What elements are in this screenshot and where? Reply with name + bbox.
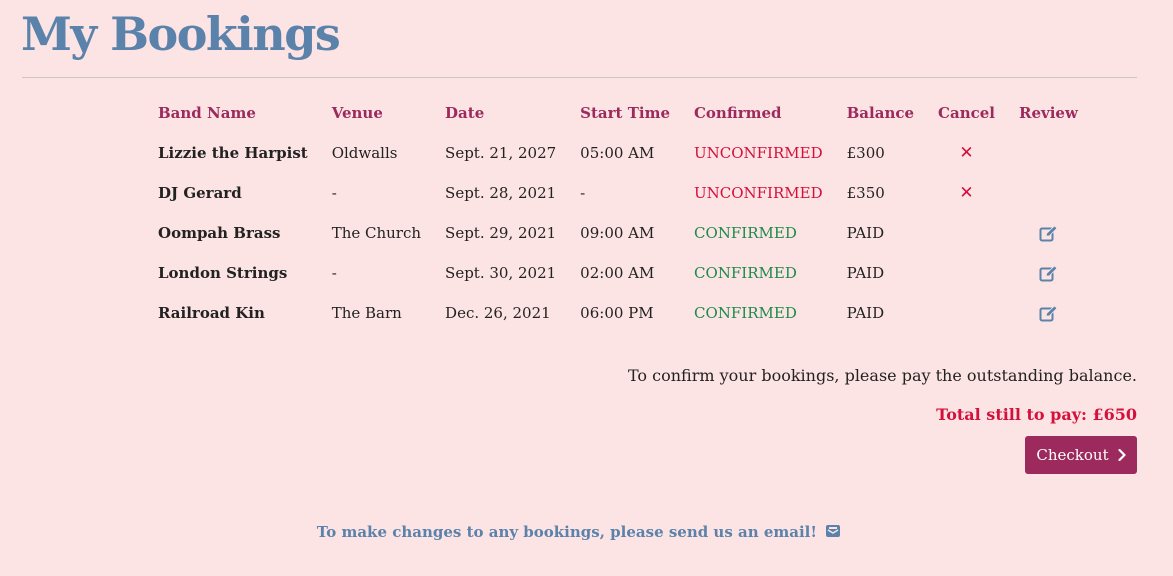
cancel-cell (926, 213, 1007, 253)
footer-note: To make changes to any bookings, please … (0, 523, 1158, 541)
envelope-icon[interactable] (825, 524, 841, 538)
date-cell: Sept. 29, 2021 (445, 224, 557, 242)
status-cell: CONFIRMED (693, 264, 797, 282)
bookings-table: Band Name Venue Date Start Time Confirme… (146, 93, 1090, 333)
header-confirmed[interactable]: Confirmed (682, 93, 835, 133)
table-row: Railroad Kin The Barn Dec. 26, 2021 06:0… (146, 293, 1090, 333)
header-band-name[interactable]: Band Name (146, 93, 320, 133)
status-cell: CONFIRMED (693, 304, 797, 322)
balance-cell: PAID (846, 224, 885, 242)
table-row: Oompah Brass The Church Sept. 29, 2021 0… (146, 213, 1090, 253)
review-cell (1007, 173, 1090, 213)
start-time-cell: 05:00 AM (580, 144, 655, 162)
header-review: Review (1018, 104, 1078, 122)
balance-cell: PAID (846, 304, 885, 322)
table-header-row: Band Name Venue Date Start Time Confirme… (146, 93, 1090, 133)
cancel-x-icon[interactable]: ✕ (959, 143, 973, 163)
title-divider (22, 77, 1137, 78)
balance-cell: £350 (846, 184, 885, 202)
status-cell: UNCONFIRMED (693, 144, 823, 162)
start-time-cell: 06:00 PM (580, 304, 654, 322)
header-cancel: Cancel (938, 104, 995, 122)
balance-cell: £300 (846, 144, 885, 162)
band-name-cell: Lizzie the Harpist (158, 144, 308, 162)
page-title: My Bookings (21, 7, 341, 61)
cancel-x-icon[interactable]: ✕ (959, 183, 973, 203)
date-cell: Sept. 30, 2021 (445, 264, 557, 282)
start-time-cell: 02:00 AM (580, 264, 655, 282)
header-date[interactable]: Date (433, 93, 568, 133)
cancel-cell: ✕ (926, 173, 1007, 213)
review-cell (1007, 253, 1090, 293)
cancel-cell (926, 293, 1007, 333)
status-cell: CONFIRMED (693, 224, 797, 242)
start-time-cell: 09:00 AM (580, 224, 655, 242)
table-row: London Strings - Sept. 30, 2021 02:00 AM… (146, 253, 1090, 293)
footer-note-text: To make changes to any bookings, please … (316, 523, 817, 541)
band-name-cell: Railroad Kin (158, 304, 265, 322)
chevron-right-icon (1118, 449, 1126, 461)
payment-note: To confirm your bookings, please pay the… (627, 366, 1137, 385)
total-to-pay: Total still to pay: £650 (936, 405, 1137, 424)
date-cell: Dec. 26, 2021 (445, 304, 551, 322)
edit-icon[interactable] (1039, 225, 1058, 242)
table-row: Lizzie the Harpist Oldwalls Sept. 21, 20… (146, 133, 1090, 173)
band-name-cell: Oompah Brass (158, 224, 281, 242)
header-venue[interactable]: Venue (320, 93, 433, 133)
venue-cell: - (331, 184, 337, 202)
venue-cell: - (331, 264, 337, 282)
band-name-cell: DJ Gerard (158, 184, 242, 202)
review-cell (1007, 293, 1090, 333)
venue-cell: The Barn (331, 304, 402, 322)
balance-cell: PAID (846, 264, 885, 282)
table-row: DJ Gerard - Sept. 28, 2021 - UNCONFIRMED… (146, 173, 1090, 213)
review-cell (1007, 213, 1090, 253)
date-cell: Sept. 21, 2027 (445, 144, 557, 162)
header-balance[interactable]: Balance (835, 93, 926, 133)
checkout-button[interactable]: Checkout (1025, 436, 1137, 474)
cancel-cell (926, 253, 1007, 293)
checkout-label: Checkout (1036, 446, 1109, 464)
date-cell: Sept. 28, 2021 (445, 184, 557, 202)
band-name-cell: London Strings (158, 264, 288, 282)
edit-icon[interactable] (1039, 265, 1058, 282)
status-cell: UNCONFIRMED (693, 184, 823, 202)
edit-icon[interactable] (1039, 305, 1058, 322)
venue-cell: The Church (331, 224, 422, 242)
start-time-cell: - (580, 184, 586, 202)
header-start-time[interactable]: Start Time (568, 93, 682, 133)
cancel-cell: ✕ (926, 133, 1007, 173)
venue-cell: Oldwalls (331, 144, 398, 162)
review-cell (1007, 133, 1090, 173)
